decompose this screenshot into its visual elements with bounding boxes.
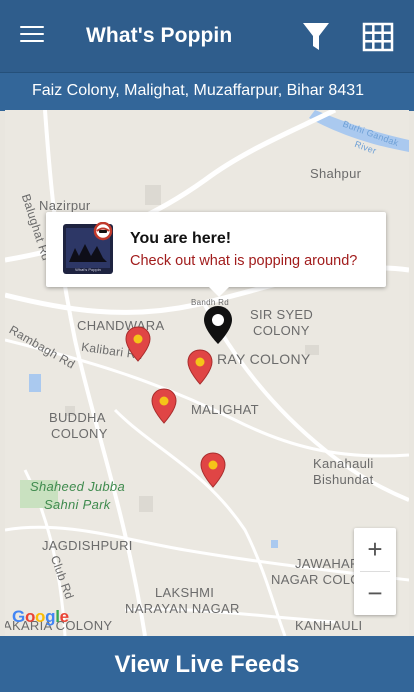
google-logo: Google: [12, 607, 69, 626]
popup-subtitle: Check out what is popping around?: [130, 253, 358, 269]
app-title: What's Poppin: [86, 24, 233, 47]
event-pin-icon[interactable]: [200, 452, 226, 488]
hamburger-menu-icon[interactable]: [20, 26, 44, 46]
map-label-sahni-park: Sahni Park: [44, 497, 111, 512]
map-view[interactable]: Shahpur Nazirpur Balughat Rd Burhi Ganda…: [5, 110, 409, 636]
map-label-kanhauli: KANHAULI: [295, 618, 363, 633]
map-label-sir-syed: SIR SYED: [250, 307, 314, 322]
map-label-kanahauli: Kanahauli: [313, 456, 374, 471]
map-label-lakshmi: LAKSHMI: [155, 585, 215, 600]
zoom-controls: + −: [354, 528, 396, 615]
map-label-ray-colony: RAY COLONY: [217, 351, 311, 367]
location-address: Faiz Colony, Malighat, Muzaffarpur, Biha…: [32, 82, 365, 99]
location-address-bar[interactable]: Faiz Colony, Malighat, Muzaffarpur, Biha…: [0, 72, 414, 111]
current-location-pin-icon[interactable]: [203, 305, 233, 345]
filter-icon[interactable]: [302, 22, 330, 52]
grid-icon[interactable]: [362, 22, 394, 52]
map-label-shahpur: Shahpur: [310, 166, 362, 181]
map-label-narayan-nagar: NARAYAN NAGAR: [125, 601, 240, 616]
map-label-jawahar: JAWAHAR: [295, 556, 360, 571]
app-logo-icon: What's Poppin: [63, 222, 113, 274]
popup-title: You are here!: [130, 230, 232, 247]
you-are-here-popup[interactable]: What's Poppin You are here! Check out wh…: [46, 212, 386, 297]
map-label-buddha-colony: COLONY: [51, 426, 108, 441]
map-label-malighat: MALIGHAT: [191, 402, 259, 417]
map-label-chandwara: CHANDWARA: [77, 318, 165, 333]
map-label-jagdishpuri: JAGDISHPURI: [42, 538, 133, 553]
event-pin-icon[interactable]: [187, 349, 213, 385]
zoom-out-button[interactable]: −: [354, 572, 396, 615]
app-bar: What's Poppin: [0, 0, 414, 72]
map-label-buddha: BUDDHA: [49, 410, 106, 425]
event-pin-icon[interactable]: [125, 326, 151, 362]
view-live-feeds-button[interactable]: View Live Feeds: [0, 636, 414, 692]
map-label-nazirpur: Nazirpur: [39, 198, 91, 213]
map-label-sir-syed-colony: COLONY: [253, 323, 310, 338]
event-pin-icon[interactable]: [151, 388, 177, 424]
zoom-in-button[interactable]: +: [354, 528, 396, 571]
map-label-shaheed-park: Shaheed Jubba: [30, 479, 125, 494]
view-live-feeds-label: View Live Feeds: [114, 651, 300, 678]
map-label-bishundat: Bishundat: [313, 472, 374, 487]
logo-caption: What's Poppin: [75, 267, 101, 272]
